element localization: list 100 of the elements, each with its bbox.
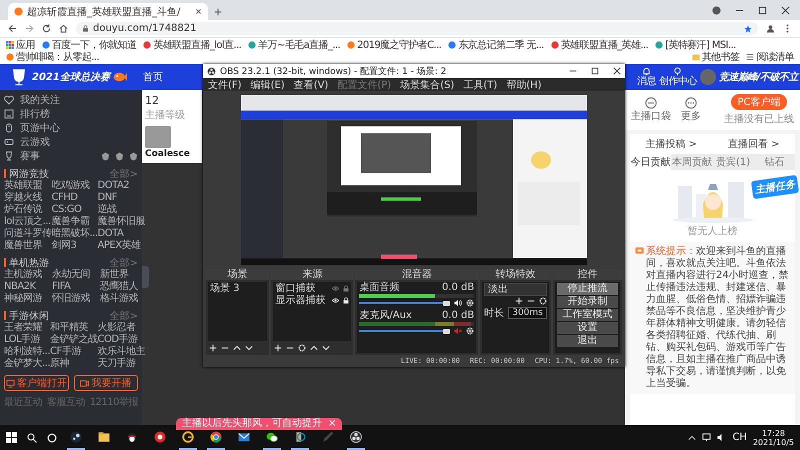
- promo-banner[interactable]: 竞速巅峰/不破不立: [718, 70, 798, 84]
- category-link[interactable]: 吃鸡游戏: [52, 180, 98, 192]
- sidebar-item[interactable]: 云游戏: [4, 135, 138, 149]
- bookmark[interactable]: 阅读清单: [746, 51, 794, 63]
- gear-icon[interactable]: [298, 344, 306, 352]
- bookmark[interactable]: 营帅啡喝：从零起...: [6, 51, 99, 63]
- nav-link[interactable]: 首页: [140, 68, 166, 86]
- down-icon[interactable]: [245, 344, 253, 352]
- control-button[interactable]: 开始录制: [556, 296, 618, 308]
- close-icon[interactable]: [613, 67, 621, 75]
- gear-icon[interactable]: [538, 297, 547, 305]
- category-link[interactable]: APEX英雄: [98, 240, 146, 252]
- menu-item[interactable]: 查看(V): [294, 78, 328, 92]
- category-link[interactable]: 魔兽怀旧服: [98, 216, 146, 228]
- sidebar-item[interactable]: 我的关注: [4, 93, 138, 107]
- reload-icon[interactable]: [42, 24, 51, 33]
- bookmark[interactable]: 其他书签: [692, 51, 740, 63]
- category-link[interactable]: 主机游戏: [4, 269, 42, 281]
- slider-thumb[interactable]: [443, 328, 450, 334]
- add-icon[interactable]: [274, 344, 282, 352]
- up-icon[interactable]: [310, 344, 318, 352]
- go-live-button[interactable]: 我要开播: [74, 375, 138, 391]
- header-link[interactable]: 消息: [636, 67, 656, 87]
- account-icon[interactable]: [712, 6, 721, 14]
- category-link[interactable]: 怀旧游戏: [52, 293, 90, 305]
- ranking-tab[interactable]: 贵宾(1): [712, 154, 754, 170]
- open-client-button[interactable]: 客户端打开: [4, 375, 68, 391]
- category-link[interactable]: DOTA: [98, 228, 146, 240]
- clock[interactable]: 17:28 2021/10/5: [752, 428, 794, 446]
- bookmark[interactable]: 2019魔之守护者C...: [347, 39, 442, 51]
- address-field[interactable]: douyu.com/1748821: [76, 22, 758, 35]
- category-link[interactable]: 欢乐斗地主: [98, 346, 146, 358]
- chevron-icon[interactable]: [688, 434, 696, 442]
- category-link[interactable]: 问道斗罗传: [4, 228, 52, 240]
- collapse-handle[interactable]: [142, 266, 149, 288]
- scene-item[interactable]: 场景 3: [210, 283, 266, 294]
- category-link[interactable]: 王者荣耀: [4, 322, 50, 334]
- close-icon[interactable]: [781, 6, 790, 14]
- menu-item[interactable]: 帮助(H): [506, 78, 542, 92]
- ranking-tab[interactable]: 本周贡献: [671, 154, 712, 170]
- category-link[interactable]: NBA2K: [4, 281, 42, 293]
- category-link[interactable]: 和平精英: [50, 322, 98, 334]
- bookmark[interactable]: 应用: [6, 39, 35, 51]
- panel-link[interactable]: 直播回看 >: [728, 137, 780, 151]
- category-link[interactable]: lol云顶之...: [4, 216, 52, 228]
- panel-action[interactable]: 主播口袋: [631, 97, 671, 123]
- header-link[interactable]: 创作中心: [658, 67, 697, 87]
- control-button[interactable]: 设置: [556, 322, 618, 334]
- bookmark[interactable]: 百度一下，你就知道: [42, 39, 136, 51]
- category-link[interactable]: 金铲铲之战: [50, 334, 98, 346]
- category-link[interactable]: 剑网3: [52, 240, 98, 252]
- category-link[interactable]: 神秘网游: [4, 293, 42, 305]
- bookmark[interactable]: 英雄联盟直播_lol直...: [143, 39, 242, 51]
- close-icon[interactable]: ×: [328, 418, 336, 430]
- category-link[interactable]: 英雄联盟: [4, 180, 52, 192]
- duration-field[interactable]: 300ms: [508, 307, 547, 319]
- category-link[interactable]: CS:GO: [52, 204, 98, 216]
- speaker-icon[interactable]: [453, 299, 464, 307]
- category-link[interactable]: 永劫无间: [52, 269, 90, 281]
- panel-action[interactable]: 更多: [681, 97, 701, 123]
- bookmark[interactable]: 东京总记第二季 无...: [448, 39, 544, 51]
- category-link[interactable]: 金铲梦大...: [4, 358, 50, 370]
- menu-item[interactable]: 工具(T): [463, 78, 498, 92]
- add-icon[interactable]: [514, 297, 523, 305]
- category-link[interactable]: 穿越火线: [4, 192, 52, 204]
- home-icon[interactable]: [59, 24, 68, 33]
- category-link[interactable]: 炉石传说: [4, 204, 52, 216]
- category-link[interactable]: DNF: [98, 192, 146, 204]
- network-icon[interactable]: [702, 433, 712, 442]
- maximize-icon[interactable]: [758, 6, 767, 14]
- add-icon[interactable]: [209, 344, 217, 352]
- category-link[interactable]: COD手游: [98, 334, 146, 346]
- category-link[interactable]: 新世界: [100, 269, 138, 281]
- up-icon[interactable]: [233, 344, 241, 352]
- category-link[interactable]: 魔兽世界: [4, 240, 52, 252]
- source-item[interactable]: 窗口捕获: [275, 283, 316, 294]
- control-button[interactable]: 停止推流: [556, 283, 618, 295]
- panel-link[interactable]: 主播投稿 >: [645, 137, 698, 151]
- control-button[interactable]: 退出: [556, 335, 618, 347]
- task-view-icon[interactable]: [47, 432, 57, 442]
- sidebar-item[interactable]: 排行榜: [4, 107, 138, 121]
- sidebar-item[interactable]: 页游中心: [4, 121, 138, 135]
- gear-icon[interactable]: [466, 299, 474, 307]
- control-button[interactable]: 工作室模式: [556, 309, 618, 321]
- profile-icon[interactable]: [766, 24, 775, 33]
- category-link[interactable]: DOTA2: [98, 180, 146, 192]
- bookmark[interactable]: [英特赛汗] MSI...: [655, 39, 736, 51]
- gear-icon[interactable]: [466, 327, 474, 335]
- source-item[interactable]: 显示器捕获: [275, 295, 326, 306]
- category-link[interactable]: 逆战: [98, 204, 146, 216]
- ranking-tab[interactable]: 今日贡献: [630, 154, 672, 170]
- maximize-icon[interactable]: [591, 67, 599, 75]
- category-link[interactable]: 暗黑破坏...: [52, 228, 98, 240]
- category-link[interactable]: LOL手游: [4, 334, 50, 346]
- bookmark-star-icon[interactable]: [744, 24, 752, 32]
- category-link[interactable]: CFHD: [52, 192, 98, 204]
- category-link[interactable]: 火影忍者: [98, 322, 146, 334]
- menu-item[interactable]: 场景集合(S): [400, 78, 454, 92]
- browser-tab[interactable]: 超凉斩霞直播_英雄联盟直播_斗鱼/: [8, 3, 208, 20]
- sidebar-item[interactable]: 赛事: [4, 149, 138, 163]
